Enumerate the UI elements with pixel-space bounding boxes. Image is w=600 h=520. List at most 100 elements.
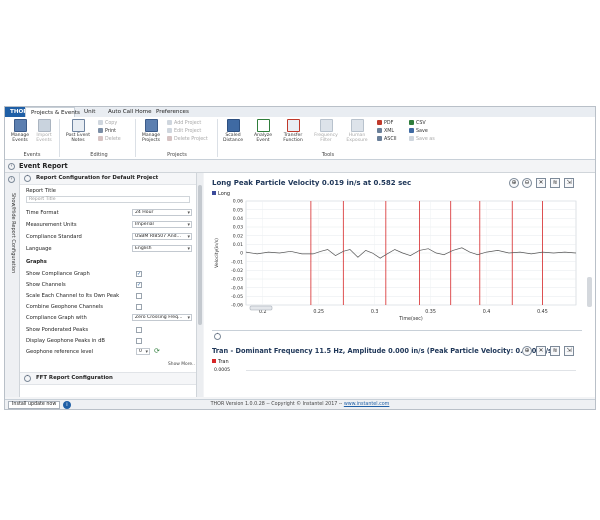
scale-each-checkbox[interactable] bbox=[136, 293, 142, 299]
instantel-link[interactable]: www.instantel.com bbox=[344, 402, 390, 407]
projects-group-label: Projects bbox=[167, 152, 187, 158]
chevron-down-icon[interactable]: ˅ bbox=[24, 375, 31, 382]
side-tab-label: Show/Hide Report Configuration bbox=[10, 193, 16, 274]
transfer-function-button[interactable]: Transfer Function bbox=[280, 119, 306, 143]
post-event-notes-button[interactable]: Post Event Notes bbox=[64, 119, 92, 143]
collapse-icon[interactable]: ‹ bbox=[8, 162, 15, 170]
zoom-in-icon[interactable]: ⊕ bbox=[522, 346, 532, 356]
show-compliance-checkbox[interactable]: ✓ bbox=[136, 271, 142, 277]
chevron-up-icon[interactable]: ˄ bbox=[214, 333, 221, 340]
config-header-title: Report Configuration for Default Project bbox=[36, 175, 159, 181]
tab-unit[interactable]: Unit bbox=[79, 107, 101, 117]
display-db-label: Display Geophone Peaks in dB bbox=[26, 338, 105, 344]
compliance-standard-select[interactable]: USBM RI8507 And... bbox=[132, 233, 192, 240]
y-tick-label: 0.04 bbox=[233, 216, 243, 222]
events-group-label: Events bbox=[23, 152, 41, 158]
scaled-distance-icon bbox=[226, 119, 240, 132]
copy-button[interactable]: Copy bbox=[98, 120, 117, 126]
show-ponderated-label: Show Ponderated Peaks bbox=[26, 327, 89, 333]
save-as-button[interactable]: Save as bbox=[409, 136, 435, 142]
config-scrollbar[interactable] bbox=[197, 173, 203, 397]
language-select[interactable]: English bbox=[132, 245, 192, 252]
tab-thor[interactable]: THOR bbox=[5, 107, 28, 117]
scaled-distance-button[interactable]: Scaled Distance bbox=[220, 119, 246, 143]
y-tick-label: -0.04 bbox=[231, 285, 243, 291]
compliance-with-select[interactable]: Zero Crossing Freq... bbox=[132, 314, 192, 321]
scrollbar-thumb[interactable] bbox=[198, 185, 202, 325]
editing-group-label: Editing bbox=[90, 152, 108, 158]
edit-project-button[interactable]: Edit Project bbox=[167, 128, 201, 134]
peak-marker-icon[interactable]: ⇲ bbox=[564, 178, 574, 188]
manage-events-icon bbox=[13, 119, 27, 132]
human-exposure-button[interactable]: Human Exposure bbox=[344, 119, 370, 143]
import-events-button[interactable]: Import Events bbox=[32, 119, 56, 143]
add-icon bbox=[167, 120, 172, 125]
status-bar: Install update now i THOR Version 1.0.0.… bbox=[5, 399, 595, 409]
show-hide-config-tab[interactable]: › Show/Hide Report Configuration bbox=[5, 173, 20, 397]
fft-config-title: FFT Report Configuration bbox=[36, 375, 113, 381]
measurement-units-label: Measurement Units bbox=[26, 222, 77, 228]
tab-auto-call-home[interactable]: Auto Call Home bbox=[103, 107, 152, 117]
delete-button[interactable]: Delete bbox=[98, 136, 121, 142]
show-channels-checkbox[interactable]: ✓ bbox=[136, 282, 142, 288]
display-db-checkbox[interactable] bbox=[136, 338, 142, 344]
add-project-button[interactable]: Add Project bbox=[167, 120, 201, 126]
delete-project-button[interactable]: Delete Project bbox=[167, 136, 208, 142]
export-csv-button[interactable]: CSV bbox=[409, 120, 426, 126]
manage-events-button[interactable]: Manage Events bbox=[8, 119, 32, 143]
charts-scrollbar[interactable] bbox=[587, 277, 592, 307]
cursor-tool-icon[interactable]: ✕ bbox=[536, 178, 546, 188]
chart-divider bbox=[212, 330, 582, 331]
group-separator bbox=[135, 119, 136, 157]
time-format-select[interactable]: 24 Hour bbox=[132, 209, 192, 216]
chart-options-icon[interactable]: ≋ bbox=[550, 346, 560, 356]
geophone-ref-input[interactable]: 0 bbox=[136, 348, 150, 355]
zoom-in-icon[interactable]: ⊕ bbox=[509, 178, 519, 188]
report-title-input[interactable]: Report Title bbox=[26, 196, 190, 203]
y-tick-label: 0.01 bbox=[233, 242, 243, 248]
save-button[interactable]: Save bbox=[409, 128, 428, 134]
chart1-title: Long Peak Particle Velocity 0.019 in/s a… bbox=[212, 179, 412, 187]
measurement-units-select[interactable]: Imperial bbox=[132, 221, 192, 228]
tab-projects-events[interactable]: Projects & Events bbox=[25, 107, 80, 117]
frequency-filter-button[interactable]: Frequency Filter bbox=[313, 119, 339, 143]
show-ponderated-checkbox[interactable] bbox=[136, 327, 142, 333]
chart-options-icon[interactable]: ≋ bbox=[550, 178, 560, 188]
notes-icon bbox=[71, 119, 85, 132]
export-pdf-button[interactable]: PDF bbox=[377, 120, 393, 126]
geophone-ref-label: Geophone reference level bbox=[26, 349, 94, 355]
manage-projects-button[interactable]: Manage Projects bbox=[138, 119, 164, 143]
delete-icon bbox=[98, 136, 103, 141]
export-xml-button[interactable]: XML bbox=[377, 128, 394, 134]
event-report-title: Event Report bbox=[19, 162, 68, 170]
fft-config-header[interactable]: ˅ FFT Report Configuration bbox=[20, 372, 196, 385]
export-ascii-button[interactable]: ASCII bbox=[377, 136, 397, 142]
peak-marker-icon[interactable]: ⇲ bbox=[564, 346, 574, 356]
chevron-right-icon[interactable]: › bbox=[8, 176, 15, 183]
event-report-header: ‹ Event Report bbox=[5, 160, 595, 173]
thor-window: THOR Projects & Events Unit Auto Call Ho… bbox=[4, 106, 596, 410]
chart1-plot[interactable]: 0.06 0.05 0.04 0.03 0.02 0.01 0 -0.01 -0.02 -0.03… bbox=[204, 195, 584, 327]
combine-geophone-checkbox[interactable] bbox=[136, 304, 142, 310]
y-tick-label: -0.05 bbox=[231, 294, 243, 300]
save-as-icon bbox=[409, 136, 414, 141]
tab-preferences[interactable]: Preferences bbox=[151, 107, 191, 117]
show-more-link[interactable]: Show More.. bbox=[168, 362, 195, 367]
delete-icon bbox=[167, 136, 172, 141]
y-tick-label: 0 bbox=[240, 251, 243, 257]
y-tick-label: 0.02 bbox=[233, 233, 243, 239]
show-compliance-label: Show Compliance Graph bbox=[26, 271, 90, 277]
print-button[interactable]: Print bbox=[98, 128, 116, 134]
chevron-up-icon[interactable]: ˄ bbox=[24, 175, 31, 182]
pdf-icon bbox=[377, 120, 382, 125]
x-tick-label: 0.4 bbox=[483, 309, 491, 315]
report-configuration-panel: ˄ Report Configuration for Default Proje… bbox=[20, 173, 197, 397]
y-tick-label: 0.05 bbox=[233, 207, 243, 213]
refresh-icon[interactable]: ⟳ bbox=[154, 348, 160, 355]
chart2-y-tick: 0.0005 bbox=[214, 368, 231, 373]
cursor-tool-icon[interactable]: ✕ bbox=[536, 346, 546, 356]
transfer-function-icon bbox=[286, 119, 300, 132]
analyze-event-button[interactable]: Analyze Event bbox=[250, 119, 276, 143]
group-separator bbox=[217, 119, 218, 157]
zoom-out-icon[interactable]: ⊖ bbox=[522, 178, 532, 188]
